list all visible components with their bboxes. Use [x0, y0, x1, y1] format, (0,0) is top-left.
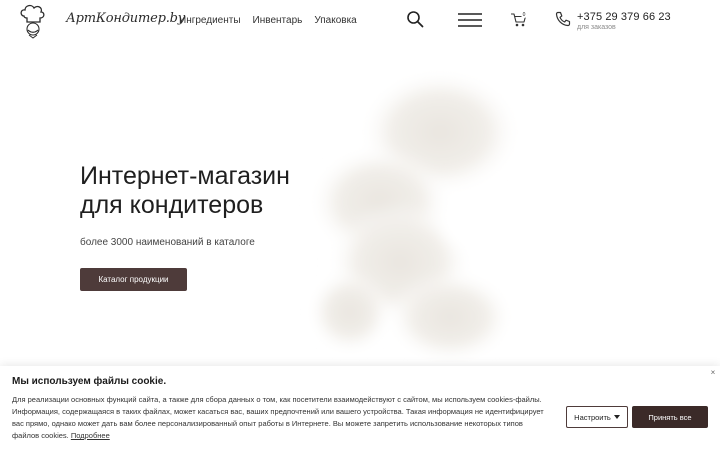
hero-title-line-1: Интернет-магазин — [80, 162, 290, 190]
phone-note: для заказов — [577, 24, 616, 31]
nav-ingredients[interactable]: Ингредиенты — [179, 15, 241, 26]
main-nav: Ингредиенты Инвентарь Упаковка — [179, 15, 357, 26]
logo-wordmark: АртКондитер.by — [66, 11, 185, 26]
close-icon[interactable]: × — [709, 369, 717, 377]
hero-title: Интернет-магазин для кондитеров — [80, 162, 340, 220]
phone-icon — [555, 11, 571, 27]
accept-all-button[interactable]: Принять все — [632, 406, 708, 428]
configure-cookies-label: Настроить — [574, 412, 611, 422]
hamburger-menu-icon[interactable] — [458, 12, 482, 28]
nav-inventory[interactable]: Инвентарь — [253, 15, 303, 26]
nav-packaging[interactable]: Упаковка — [314, 15, 356, 26]
configure-cookies-button[interactable]: Настроить — [566, 406, 628, 428]
site-logo[interactable]: АртКондитер.by — [18, 3, 185, 39]
cookie-text: Для реализации основных функций сайта, а… — [12, 394, 552, 442]
hero-title-line-2: для кондитеров — [80, 191, 264, 219]
phone-number[interactable]: +375 29 379 66 23 — [577, 11, 671, 23]
cookie-banner: × Мы используем файлы cookie. Для реализ… — [0, 366, 720, 450]
cookie-more-link[interactable]: Подробнее — [71, 431, 110, 440]
site-header: АртКондитер.by Ингредиенты Инвентарь Упа… — [0, 0, 720, 42]
hero-subtitle: более 3000 наименований в каталоге — [80, 237, 255, 248]
cart-count-badge: 0 — [521, 12, 527, 18]
search-icon[interactable] — [406, 10, 424, 28]
caret-down-icon — [613, 415, 620, 419]
cookie-title: Мы используем файлы cookie. — [12, 376, 167, 387]
catalog-button[interactable]: Каталог продукции — [80, 268, 187, 291]
